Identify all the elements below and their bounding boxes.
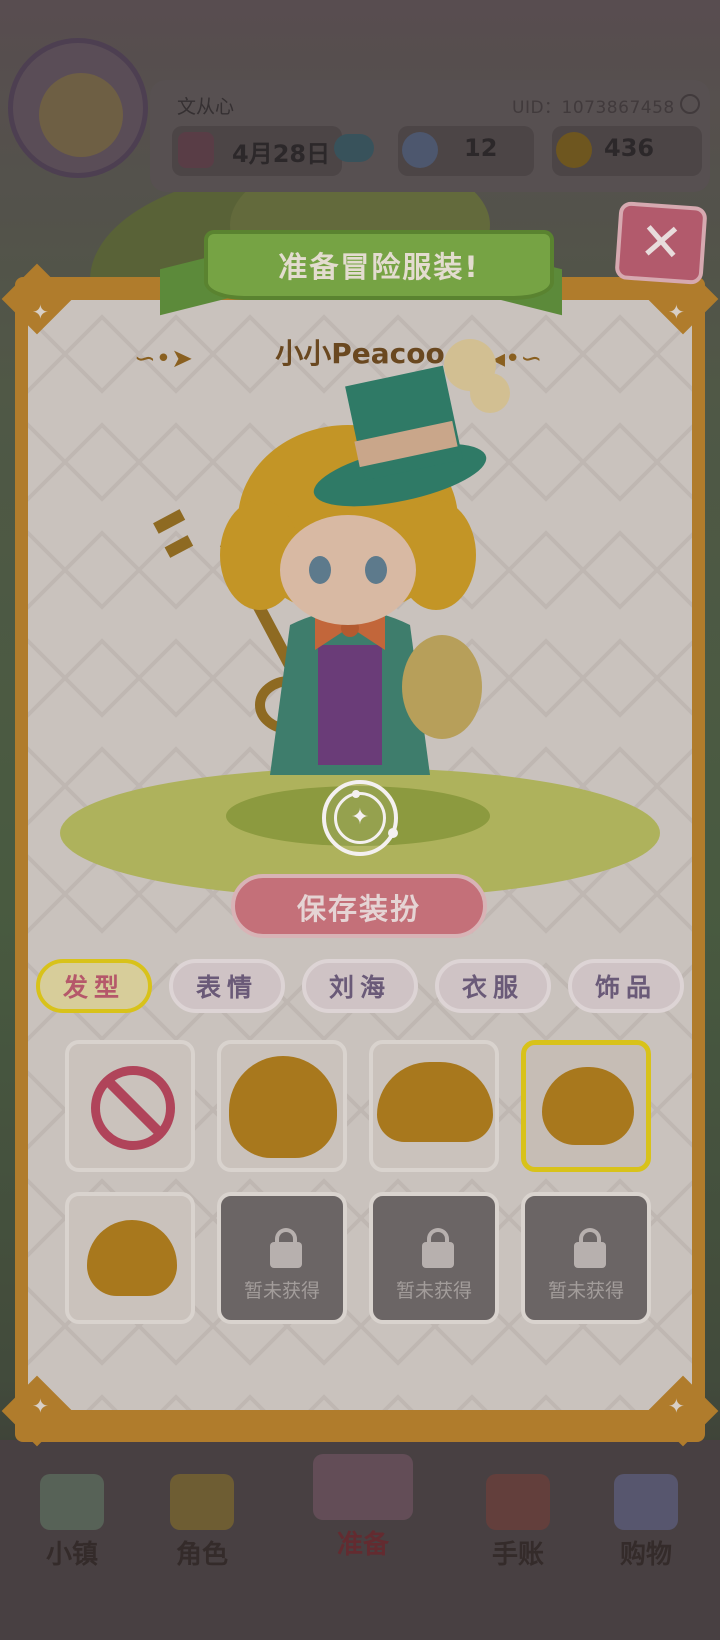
rotate-character-button[interactable]: ✦	[322, 780, 398, 856]
tab-expression-label: 表情	[195, 973, 258, 1002]
locked-label: 暂未获得	[395, 1280, 472, 1302]
sparkle-icon: ✦	[668, 300, 685, 324]
locked-label: 暂未获得	[243, 1280, 320, 1302]
dialog-title: 准备冒险服装!	[278, 250, 480, 284]
hair-slot-locked[interactable]: 暂未获得	[217, 1192, 347, 1324]
hair-curly-short-icon	[87, 1220, 177, 1296]
hair-bob-icon	[377, 1062, 493, 1142]
save-outfit-label: 保存装扮	[296, 892, 421, 926]
hair-slot[interactable]	[369, 1040, 499, 1172]
close-button[interactable]: ✕	[614, 201, 708, 285]
hair-slot[interactable]	[217, 1040, 347, 1172]
lock-icon-body	[574, 1242, 606, 1268]
hair-long-round-icon	[229, 1056, 337, 1158]
hair-slot-locked[interactable]: 暂未获得	[521, 1192, 651, 1324]
hair-slot[interactable]	[65, 1192, 195, 1324]
hair-slot-locked[interactable]: 暂未获得	[369, 1192, 499, 1324]
hair-slot-selected[interactable]	[521, 1040, 651, 1172]
close-icon: ✕	[637, 211, 685, 275]
hair-short-wavy-icon	[542, 1067, 634, 1145]
game-screen: 文从心 UID：1073867458 4月28日 12 436 小镇 角色 准备…	[0, 0, 720, 1640]
sparkle-icon: ✦	[32, 1394, 49, 1418]
tab-hairstyle-label: 发型	[62, 973, 125, 1002]
tab-clothes-label: 衣服	[461, 973, 524, 1002]
rotate-icon: ✦	[334, 792, 386, 844]
tab-accessories-label: 饰品	[594, 973, 657, 1002]
rotate-orbit-dot	[352, 790, 360, 798]
lock-icon-body	[270, 1242, 302, 1268]
hair-slot-none[interactable]	[65, 1040, 195, 1172]
tab-bangs-label: 刘海	[328, 973, 391, 1002]
sparkle-icon: ✦	[32, 300, 49, 324]
sparkle-icon: ✦	[668, 1394, 685, 1418]
lock-icon-body	[422, 1242, 454, 1268]
rotate-orbit-dot	[388, 828, 398, 838]
locked-label: 暂未获得	[547, 1280, 624, 1302]
character-preview	[153, 339, 510, 775]
